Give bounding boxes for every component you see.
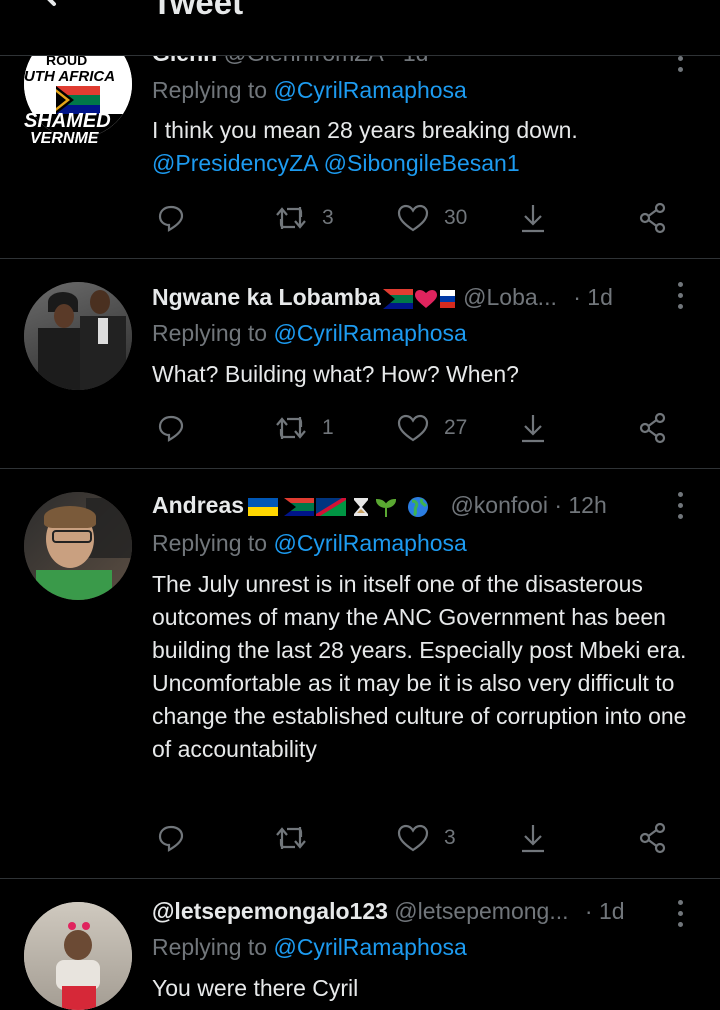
page-title: Tweet [152,0,244,21]
replying-to: Replying to @CyrilRamaphosa [152,934,467,960]
tweet-text: The July unrest is in itself one of the … [152,571,687,762]
tweet-item[interactable]: Andreas @konfooi · 12h Replying to @Cyri… [0,468,720,879]
like-icon [397,414,429,442]
like-count: 30 [444,206,468,229]
tweet-text: What? Building what? How? When? [152,361,519,387]
reply-icon [158,205,184,232]
reply-button[interactable] [156,820,186,856]
tweet-text: I think you mean 28 years breaking down.… [152,117,578,176]
like-button[interactable]: 27 [396,410,467,446]
mention-link[interactable]: @PresidencyZA [152,150,317,176]
more-icon[interactable] [676,282,684,312]
share-button[interactable] [636,820,670,856]
retweet-button[interactable]: 3 [274,200,334,236]
retweet-button[interactable] [274,820,322,856]
action-bar: 3 30 [152,200,692,236]
flag-emoji-icon [248,496,429,517]
tweet-text: You were there Cyril [152,975,359,1001]
action-bar: 3 [152,820,692,856]
like-count: 27 [444,416,468,439]
tweet-header: Ngwane ka Lobamba @Loba... · 1d [152,284,720,318]
retweet-icon [276,207,306,229]
user-handle[interactable]: @letsepemong... [394,898,568,924]
share-icon [639,822,666,854]
bookmark-button[interactable] [518,200,548,236]
bookmark-button[interactable] [518,820,548,856]
retweet-button[interactable]: 1 [274,410,334,446]
share-icon [639,202,666,234]
reply-button[interactable] [156,200,186,236]
bookmark-icon [522,205,544,233]
bookmark-icon [522,415,544,443]
display-name[interactable]: @letsepemongalo123 [152,898,388,924]
like-icon [397,824,429,852]
display-name[interactable]: Ngwane ka Lobamba [152,284,381,310]
reply-icon [158,825,184,852]
mention-link[interactable]: @CyrilRamaphosa [273,77,466,103]
more-icon[interactable] [676,492,684,522]
more-icon[interactable] [676,900,684,930]
retweet-count: 1 [322,416,334,439]
back-arrow-icon[interactable] [30,0,80,22]
tweet-header: @letsepemongalo123 @letsepemong... · 1d [152,898,720,932]
mention-link[interactable]: @CyrilRamaphosa [273,320,466,346]
share-icon [639,412,666,444]
reply-button[interactable] [156,410,186,446]
tweet-item[interactable]: @letsepemongalo123 @letsepemong... · 1d … [0,878,720,1010]
action-bar: 1 27 [152,410,692,446]
mention-link[interactable]: @SibongileBesan1 [324,150,520,176]
share-button[interactable] [636,410,670,446]
avatar[interactable] [24,902,132,1010]
mention-link[interactable]: @CyrilRamaphosa [273,530,466,556]
user-handle[interactable]: @konfooi [450,492,548,518]
tweet-time: · 1d [584,898,625,924]
user-handle[interactable]: @Loba... [463,284,557,310]
tweet-item[interactable]: Ngwane ka Lobamba @Loba... · 1d Replying… [0,258,720,469]
retweet-icon [276,827,306,849]
bookmark-button[interactable] [518,410,548,446]
bookmark-icon [522,825,544,853]
avatar[interactable] [24,282,132,390]
like-button[interactable]: 30 [396,200,467,236]
tweet-time: · 1d [573,284,613,310]
more-icon[interactable] [676,56,684,86]
retweet-count: 3 [322,206,334,229]
tweet-header: Andreas @konfooi · 12h [152,492,720,526]
share-button[interactable] [636,200,670,236]
replying-to: Replying to @CyrilRamaphosa [152,320,467,346]
reply-icon [158,415,184,442]
like-count: 3 [444,826,456,849]
like-button[interactable]: 3 [396,820,456,856]
retweet-icon [276,417,306,439]
replying-to: Replying to @CyrilRamaphosa [152,530,467,556]
top-bar: Tweet [0,0,720,56]
avatar-caption: VERNME [30,130,99,147]
like-icon [397,204,429,232]
display-name[interactable]: Andreas [152,492,244,518]
flag-emoji-icon [382,288,455,309]
mention-link[interactable]: @CyrilRamaphosa [273,934,466,960]
tweet-time: · 12h [554,492,607,518]
avatar[interactable] [24,492,132,600]
replying-to: Replying to @CyrilRamaphosa [152,77,467,103]
